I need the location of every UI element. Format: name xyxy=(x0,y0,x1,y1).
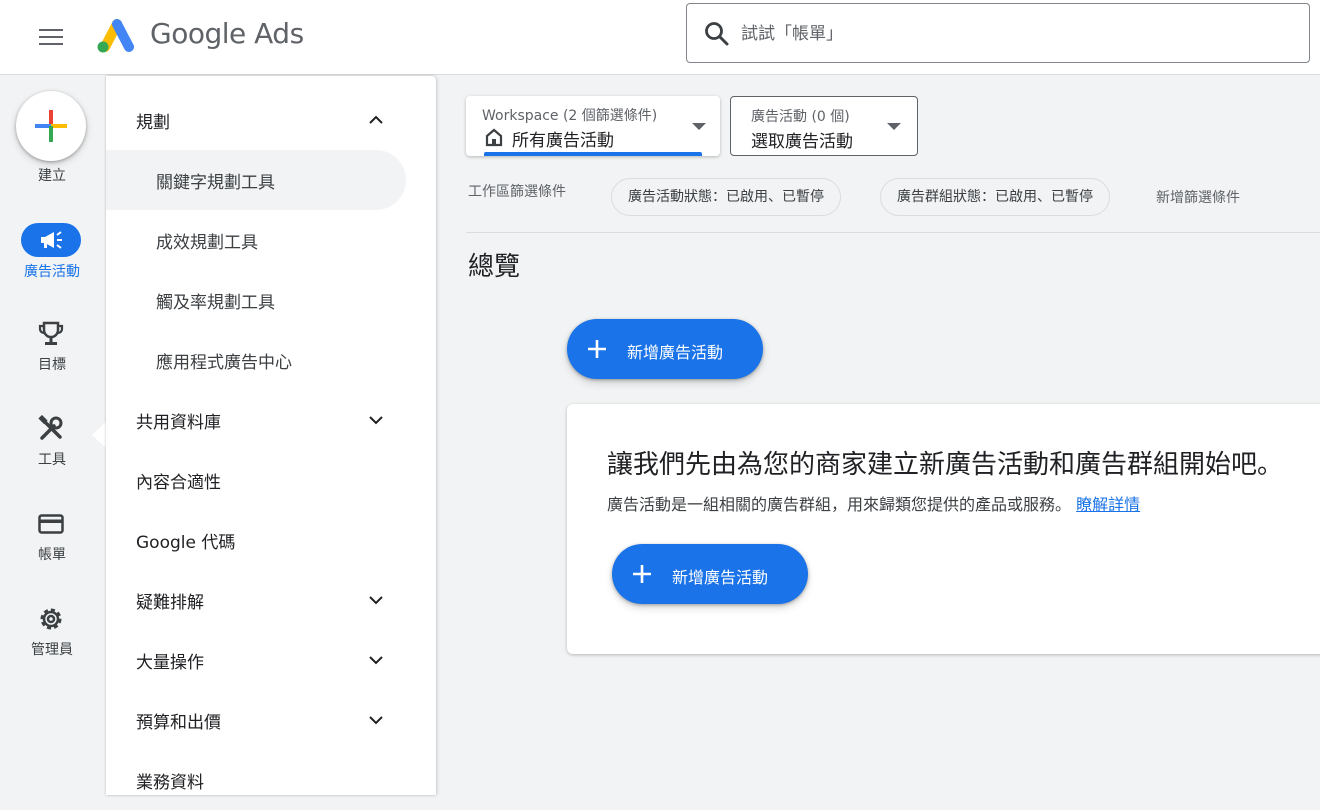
card-description-text: 廣告活動是一組相關的廣告群組，用來歸類您提供的產品或服務。 xyxy=(607,495,1072,514)
workspace-caption: Workspace (2 個篩選條件) xyxy=(482,108,658,124)
trophy-icon xyxy=(38,321,64,345)
dropdown-arrow-icon xyxy=(692,123,706,130)
search-box[interactable] xyxy=(686,3,1310,63)
chevron-down-icon xyxy=(369,716,383,725)
google-ads-logo-text: Google Ads xyxy=(150,17,304,50)
card-description: 廣告活動是一組相關的廣告群組，用來歸類您提供的產品或服務。 瞭解詳情 xyxy=(607,491,1140,515)
home-icon xyxy=(485,128,503,147)
main-content: Workspace (2 個篩選條件) 所有廣告活動 廣告活動 (0 個) 選取… xyxy=(436,76,1320,795)
drawer-item-content-suitability[interactable]: 內容合適性 xyxy=(106,450,406,510)
new-campaign-label: 新增廣告活動 xyxy=(627,343,724,362)
learn-more-link[interactable]: 瞭解詳情 xyxy=(1076,495,1140,514)
get-started-card: 讓我們先由為您的商家建立新廣告活動和廣告群組開始吧。 廣告活動是一組相關的廣告群… xyxy=(567,404,1320,654)
drawer-item-label: 內容合適性 xyxy=(136,473,221,493)
new-campaign-button[interactable]: 新增廣告活動 xyxy=(567,319,763,379)
navigation-rail: 建立 廣告活動 目標 工具 帳單 管理員 xyxy=(0,75,104,795)
drawer-item-google-tag[interactable]: Google 代碼 xyxy=(106,510,406,570)
plus-icon xyxy=(588,340,606,358)
megaphone-icon xyxy=(41,231,62,249)
drawer-item-label: 應用程式廣告中心 xyxy=(156,353,292,373)
drawer-item-label: 大量操作 xyxy=(136,653,204,673)
rail-item-billing[interactable]: 帳單 xyxy=(0,508,104,588)
top-app-bar: Google Ads xyxy=(0,0,1320,75)
rail-label-billing: 帳單 xyxy=(38,547,66,563)
dropdown-arrow-icon xyxy=(887,123,901,130)
filter-chip-campaign-status[interactable]: 廣告活動狀態：已啟用、已暫停 xyxy=(611,178,841,216)
search-icon xyxy=(705,22,729,46)
rail-label-goals: 目標 xyxy=(38,357,66,373)
drawer-item-troubleshooting[interactable]: 疑難排解 xyxy=(106,570,406,630)
workspace-active-bar xyxy=(484,152,702,156)
drawer-item-label: Google 代碼 xyxy=(136,533,236,553)
drawer-item-label: 觸及率規劃工具 xyxy=(156,293,275,313)
drawer-item-label: 預算和出價 xyxy=(136,713,221,733)
drawer-item-budgets-and-bidding[interactable]: 預算和出價 xyxy=(106,690,406,750)
filter-chip-ad-group-status[interactable]: 廣告群組狀態：已啟用、已暫停 xyxy=(880,178,1110,216)
campaign-caption: 廣告活動 (0 個) xyxy=(751,109,850,125)
rail-label-admin: 管理員 xyxy=(31,642,73,658)
chevron-down-icon xyxy=(369,656,383,665)
workspace-value: 所有廣告活動 xyxy=(512,131,614,151)
plus-icon xyxy=(35,110,67,142)
rail-item-tools[interactable]: 工具 xyxy=(0,413,104,493)
plus-icon xyxy=(633,565,651,583)
rail-label-campaigns: 廣告活動 xyxy=(24,264,80,280)
chevron-up-icon xyxy=(369,115,383,124)
workspace-filters-label: 工作區篩選條件 xyxy=(468,184,566,200)
drawer-item-planning[interactable]: 規劃 xyxy=(106,90,406,150)
drawer-item-label: 規劃 xyxy=(136,113,170,133)
gear-icon xyxy=(40,608,62,630)
page-title: 總覽 xyxy=(468,252,521,282)
create-button[interactable] xyxy=(16,91,86,161)
drawer-item-label: 成效規劃工具 xyxy=(156,233,258,253)
campaign-value: 選取廣告活動 xyxy=(751,132,853,152)
tools-drawer: 規劃 關鍵字規劃工具 成效規劃工具 觸及率規劃工具 應用程式廣告中心 共用資料庫… xyxy=(106,76,436,795)
card-title: 讓我們先由為您的商家建立新廣告活動和廣告群組開始吧。 xyxy=(607,450,1284,480)
rail-item-admin[interactable]: 管理員 xyxy=(0,603,104,683)
drawer-item-label: 疑難排解 xyxy=(136,593,204,613)
drawer-item-app-advertising-hub[interactable]: 應用程式廣告中心 xyxy=(106,330,406,390)
campaign-select[interactable]: 廣告活動 (0 個) 選取廣告活動 xyxy=(730,96,918,156)
drawer-item-label: 關鍵字規劃工具 xyxy=(156,173,275,193)
credit-card-icon xyxy=(38,514,64,534)
divider xyxy=(466,232,1320,233)
workspace-select[interactable]: Workspace (2 個篩選條件) 所有廣告活動 xyxy=(466,96,720,156)
drawer-item-business-data[interactable]: 業務資料 xyxy=(106,750,406,810)
drawer-item-bulk-actions[interactable]: 大量操作 xyxy=(106,630,406,690)
drawer-item-keyword-planner[interactable]: 關鍵字規劃工具 xyxy=(106,150,406,210)
card-new-campaign-button[interactable]: 新增廣告活動 xyxy=(612,544,808,604)
add-filter-link[interactable]: 新增篩選條件 xyxy=(1156,187,1240,207)
chevron-down-icon xyxy=(369,596,383,605)
main-menu-icon[interactable] xyxy=(32,20,70,54)
drawer-item-label: 共用資料庫 xyxy=(136,413,221,433)
drawer-item-shared-library[interactable]: 共用資料庫 xyxy=(106,390,406,450)
chevron-down-icon xyxy=(369,416,383,425)
tools-icon xyxy=(38,415,63,440)
search-input[interactable] xyxy=(739,18,1283,50)
create-label: 建立 xyxy=(38,168,66,184)
rail-item-campaigns[interactable]: 廣告活動 xyxy=(0,223,104,303)
drawer-pointer xyxy=(92,422,106,448)
rail-label-tools: 工具 xyxy=(38,452,66,468)
rail-item-goals[interactable]: 目標 xyxy=(0,318,104,398)
google-ads-logo-icon xyxy=(97,19,134,53)
drawer-item-performance-planner[interactable]: 成效規劃工具 xyxy=(106,210,406,270)
drawer-item-label: 業務資料 xyxy=(136,773,204,793)
card-new-campaign-label: 新增廣告活動 xyxy=(672,568,769,587)
drawer-item-reach-planner[interactable]: 觸及率規劃工具 xyxy=(106,270,406,330)
